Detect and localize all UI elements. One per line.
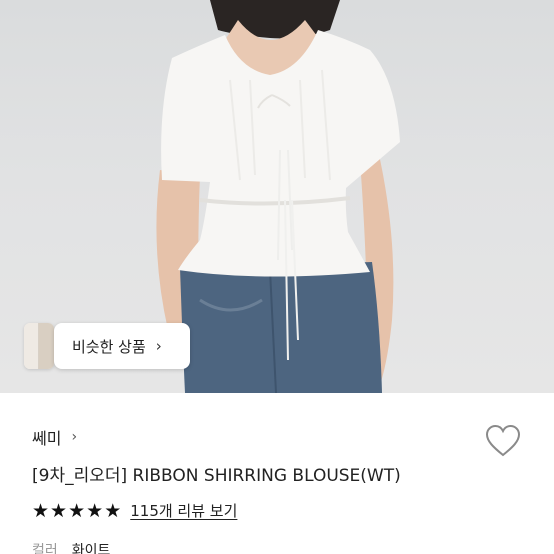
star-icon: ★	[104, 499, 122, 522]
similar-products-label: 비슷한 상품	[72, 337, 146, 356]
star-rating: ★ ★ ★ ★ ★	[32, 501, 122, 521]
star-icon: ★	[50, 499, 68, 522]
thumbnail-2	[39, 323, 54, 369]
rating-row: ★ ★ ★ ★ ★ 115개 리뷰 보기	[32, 500, 237, 521]
reviews-link[interactable]: 115개 리뷰 보기	[130, 500, 237, 521]
shop-link[interactable]: 쎄미 ›	[32, 425, 77, 449]
color-value: 화이트	[71, 543, 111, 554]
shop-name: 쎄미	[32, 429, 62, 448]
thumbnail-1	[24, 323, 39, 369]
color-label: 컬러	[32, 543, 58, 554]
product-title: [9차_리오더] RIBBON SHIRRING BLOUSE(WT)	[32, 466, 401, 486]
star-icon: ★	[68, 499, 86, 522]
star-icon: ★	[86, 499, 104, 522]
chevron-right-icon: ›	[71, 429, 78, 445]
heart-outline-icon[interactable]	[485, 424, 521, 458]
similar-products-thumbnails[interactable]	[24, 323, 54, 369]
star-icon: ★	[32, 499, 50, 522]
chevron-right-icon: ›	[155, 337, 162, 355]
color-option-row: 컬러 화이트	[32, 540, 110, 554]
similar-products-button[interactable]: 비슷한 상품 ›	[54, 323, 190, 369]
